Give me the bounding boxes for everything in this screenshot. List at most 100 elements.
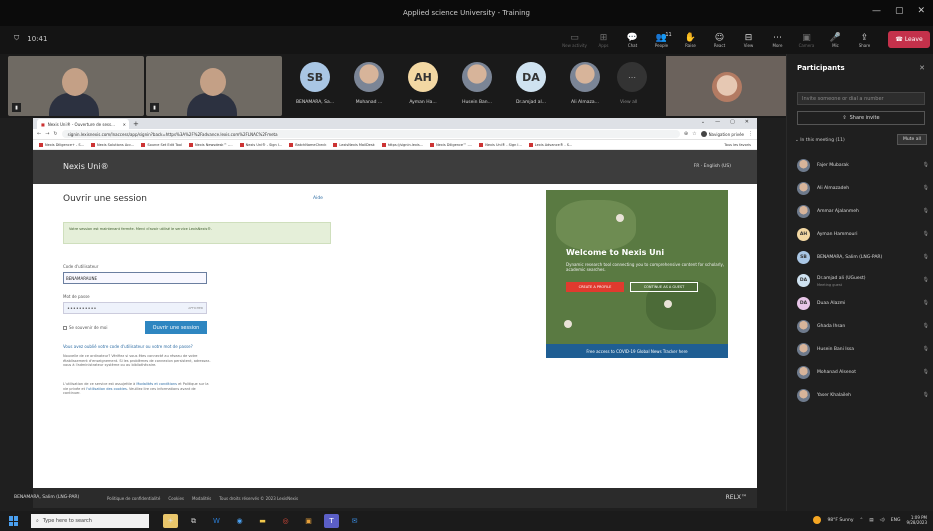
invite-input[interactable]: Invite someone or dial a number bbox=[797, 92, 925, 105]
language-selector[interactable]: FR · English (US) bbox=[694, 164, 731, 169]
all-bookmarks[interactable]: Tous les favoris bbox=[724, 143, 757, 147]
participant-row[interactable]: Ammar Ajalanmeh 🎙 bbox=[797, 200, 929, 223]
share-button[interactable]: ⇪ Share bbox=[850, 27, 879, 53]
show-password-toggle[interactable]: AFFICHER bbox=[188, 306, 203, 310]
footer-link[interactable]: Politique de confidentialité bbox=[107, 496, 160, 501]
maximize-button[interactable]: ▢ bbox=[895, 6, 904, 16]
browser-tab[interactable]: ■ Nexis Uni® - Ouverture de sess... ✕ bbox=[37, 119, 129, 129]
close-icon[interactable]: ✕ bbox=[745, 119, 749, 125]
url-field[interactable]: signin.lexisnexis.com/lnaccess/app/signi… bbox=[61, 130, 680, 138]
volume-icon[interactable]: ◁) bbox=[880, 518, 885, 523]
star-icon[interactable]: ☆ bbox=[692, 131, 696, 137]
minimize-button[interactable]: — bbox=[872, 6, 881, 16]
create-profile-button[interactable]: CREATE A PROFILE bbox=[566, 282, 624, 292]
mic-button[interactable]: 🎤 Mic bbox=[821, 27, 850, 53]
start-button[interactable] bbox=[9, 516, 19, 526]
clock[interactable]: 1:09 PM 9/28/2023 bbox=[906, 515, 927, 525]
widgets-icon[interactable]: ☀ bbox=[163, 514, 178, 528]
apps-button[interactable]: ⊞ Apps bbox=[589, 27, 618, 53]
chrome-icon[interactable]: ◎ bbox=[278, 514, 293, 528]
back-icon[interactable]: ← bbox=[37, 131, 41, 137]
raise-hand-button[interactable]: ✋ Raise bbox=[676, 27, 705, 53]
footer-link[interactable]: Modalités bbox=[192, 496, 211, 501]
forward-icon[interactable]: → bbox=[45, 131, 49, 137]
participant-tile[interactable]: DA Dr.amjad al... bbox=[507, 62, 555, 112]
chevron-up-icon[interactable]: ⌃ bbox=[860, 518, 864, 523]
in-meeting-header[interactable]: ⌄ In this meeting (11) bbox=[795, 138, 845, 143]
zoom-icon[interactable]: ⊕ bbox=[684, 131, 688, 137]
password-input[interactable]: •••••••••• AFFICHER bbox=[63, 302, 207, 314]
bookmark-item[interactable]: Nexis Solutions Acc... bbox=[91, 143, 134, 147]
participant-row[interactable]: Ali Almazadeh 🎙 bbox=[797, 177, 929, 200]
view-all-button[interactable]: ⋯ bbox=[617, 62, 647, 92]
new-tab-icon[interactable]: + bbox=[133, 120, 139, 129]
private-indicator[interactable]: Navigation privée bbox=[700, 131, 744, 137]
task-view-icon[interactable]: ⧉ bbox=[186, 514, 201, 528]
participant-tile[interactable]: Husein Ban... bbox=[453, 62, 501, 112]
participant-tile[interactable]: Ali Almaza... bbox=[561, 62, 609, 112]
participant-row[interactable]: Mohanad Alsenot 🎙 bbox=[797, 361, 929, 384]
weather-text[interactable]: 98°F Sunny bbox=[827, 518, 853, 523]
minimize-icon[interactable]: — bbox=[715, 119, 720, 125]
bookmark-item[interactable]: Nexis Uni® - Sign I... bbox=[479, 143, 522, 147]
mute-all-button[interactable]: Mute all bbox=[897, 134, 927, 145]
view-button[interactable]: ⊟ View bbox=[734, 27, 763, 53]
bookmark-item[interactable]: Nexis Diligence™ -... bbox=[430, 143, 472, 147]
close-icon[interactable]: ✕ bbox=[919, 64, 925, 72]
chevron-down-icon[interactable]: ⌄ bbox=[701, 119, 705, 125]
terms-link[interactable]: Modalités et conditions bbox=[136, 382, 177, 386]
reload-icon[interactable]: ↻ bbox=[53, 131, 57, 137]
bookmark-item[interactable]: BatchNameCheck bbox=[289, 143, 326, 147]
bookmark-item[interactable]: Nexis Uni® - Sign I... bbox=[240, 143, 283, 147]
footer-link[interactable]: Tous droits réservés © 2023 LexisNexis bbox=[219, 496, 298, 501]
bookmark-item[interactable]: Source Set Edit Tool bbox=[141, 143, 182, 147]
maximize-icon[interactable]: ▢ bbox=[730, 119, 735, 125]
participant-row[interactable]: Ghada Ihsan 🎙 bbox=[797, 315, 929, 338]
nexis-logo[interactable]: Nexis Uni® bbox=[63, 162, 109, 171]
participant-row[interactable]: DA Duaa Alazmi 🎙 bbox=[797, 292, 929, 315]
camera-button[interactable]: ▣ Camera bbox=[792, 27, 821, 53]
participant-tile[interactable]: AH Ayman Ha... bbox=[399, 62, 447, 112]
self-video[interactable] bbox=[666, 56, 786, 116]
explorer-icon[interactable]: ▣ bbox=[301, 514, 316, 528]
participant-row[interactable]: DA Dr.amjad ali (UGuest) 🎙 Meeting guest bbox=[797, 269, 929, 292]
outlook-icon[interactable]: ✉ bbox=[347, 514, 362, 528]
folder-icon[interactable]: ▬ bbox=[255, 514, 270, 528]
bookmark-item[interactable]: https://signin.lexis... bbox=[382, 143, 423, 147]
help-link[interactable]: Aide bbox=[313, 196, 323, 201]
participant-tile[interactable]: Mohanad ... bbox=[345, 62, 393, 112]
chat-button[interactable]: 💬 Chat bbox=[618, 27, 647, 53]
sign-in-button[interactable]: Ouvrir une session bbox=[145, 321, 207, 334]
new-activity-button[interactable]: ▭ New activity bbox=[560, 27, 589, 53]
bookmark-item[interactable]: Nexis Diligence+ - S... bbox=[39, 143, 84, 147]
video-tile[interactable]: ▮ bbox=[8, 56, 144, 116]
edge-icon[interactable]: ◉ bbox=[232, 514, 247, 528]
lang-indicator[interactable]: ENG bbox=[891, 518, 901, 523]
forgot-credentials-link[interactable]: Vous avez oublié votre code d'utilisateu… bbox=[63, 344, 193, 349]
participant-row[interactable]: SB BENAMARA, Salim (LNG-PAR) 🎙 bbox=[797, 246, 929, 269]
share-invite-button[interactable]: ⇪ Share invite bbox=[797, 111, 925, 125]
remember-checkbox[interactable] bbox=[63, 325, 67, 330]
participant-tile[interactable]: SB BENAMARA, Sa... bbox=[291, 62, 339, 112]
participant-row[interactable]: Fajer Mubarak 🎙 bbox=[797, 154, 929, 177]
participant-row[interactable]: Yaser Khalaileh 🎙 bbox=[797, 384, 929, 407]
menu-icon[interactable]: ⋮ bbox=[748, 131, 753, 137]
people-button[interactable]: 👥 People 11 bbox=[647, 27, 676, 53]
network-icon[interactable]: ▤ bbox=[869, 518, 873, 523]
bookmark-item[interactable]: LexisNexis MailDesk bbox=[333, 143, 374, 147]
close-window-button[interactable]: ✕ bbox=[917, 6, 925, 16]
more-button[interactable]: ⋯ More bbox=[763, 27, 792, 53]
participant-row[interactable]: AH Ayman Hammouri 🎙 bbox=[797, 223, 929, 246]
user-id-input[interactable]: BENAMARAUNE bbox=[63, 272, 207, 284]
covid-tracker-link[interactable]: Free access to COVID-19 Global News Trac… bbox=[546, 344, 728, 358]
close-tab-icon[interactable]: ✕ bbox=[123, 122, 129, 127]
word-icon[interactable]: W bbox=[209, 514, 224, 528]
cookies-link[interactable]: l'utilisation des cookies bbox=[86, 387, 127, 391]
taskbar-search[interactable]: ⌕ Type here to search bbox=[31, 514, 149, 528]
teams-icon[interactable]: T bbox=[324, 514, 339, 528]
remember-me[interactable]: Se souvenir de moi bbox=[63, 325, 107, 330]
footer-link[interactable]: Cookies bbox=[168, 496, 184, 501]
participant-row[interactable]: Husein Bani Issa 🎙 bbox=[797, 338, 929, 361]
leave-button[interactable]: ☎ Leave bbox=[888, 31, 930, 48]
continue-guest-button[interactable]: CONTINUE AS A GUEST bbox=[630, 282, 698, 292]
